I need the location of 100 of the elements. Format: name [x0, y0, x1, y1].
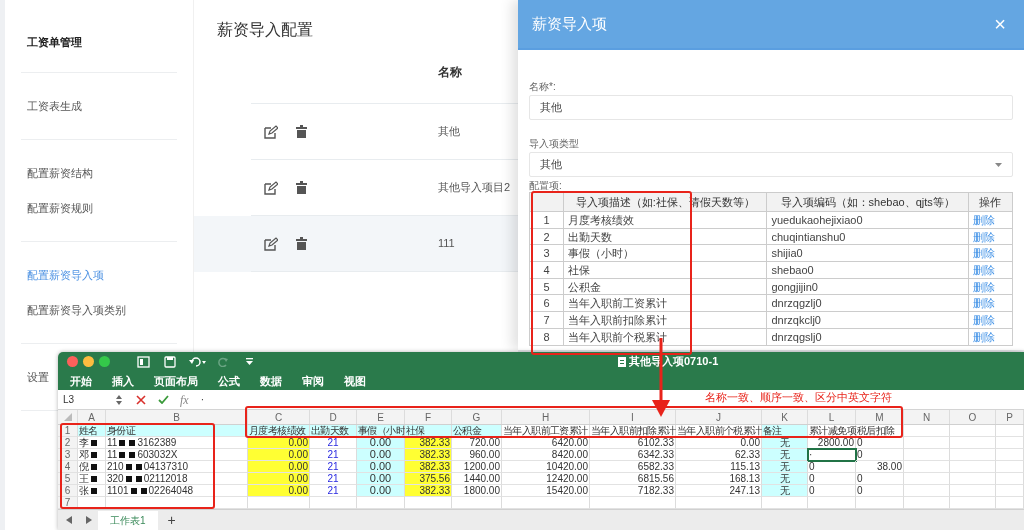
edit-icon[interactable]: [263, 236, 278, 251]
table-cell: 事假（小时）: [563, 244, 767, 262]
edit-icon[interactable]: [263, 180, 278, 195]
table-cell: 0.00: [248, 485, 310, 497]
column-header[interactable]: B: [106, 410, 248, 424]
delete-icon[interactable]: [295, 181, 308, 194]
table-cell: 社保: [405, 425, 452, 437]
table-cell: 月度考核绩效: [563, 211, 767, 229]
row-header[interactable]: 2: [58, 437, 78, 449]
table-cell: 1800.00: [452, 485, 502, 497]
sidebar-item[interactable]: 配置薪资结构: [27, 161, 93, 185]
delete-icon[interactable]: [295, 237, 308, 250]
empty-cell: [904, 485, 950, 497]
column-header[interactable]: L: [808, 410, 856, 424]
sidebar-item[interactable]: 配置薪资导入项类别: [27, 298, 126, 322]
column-header[interactable]: H: [502, 410, 590, 424]
input-field[interactable]: 其他: [529, 95, 1013, 120]
empty-cell: [950, 473, 996, 485]
table-cell: 0: [856, 437, 904, 449]
column-header[interactable]: F: [405, 410, 452, 424]
row-header[interactable]: 1: [58, 425, 78, 437]
sidebar-item[interactable]: 工资表生成: [27, 94, 82, 118]
row-header[interactable]: 4: [58, 461, 78, 473]
column-header[interactable]: P: [996, 410, 1024, 424]
table-cell: 累计减免项: [808, 425, 856, 437]
name-box[interactable]: L3: [58, 392, 116, 407]
sidebar-item[interactable]: 设置: [27, 365, 49, 389]
table-cell: 无: [762, 449, 808, 461]
table-cell: 事假（小时: [357, 425, 405, 437]
table-cell: dnrzqgzlj0: [766, 294, 969, 312]
window-control[interactable]: [83, 356, 94, 367]
table-cell: dnrzqkclj0: [766, 311, 969, 329]
field-label: 导入项类型: [529, 138, 579, 150]
spinner-icon[interactable]: [116, 394, 122, 405]
sidebar-icon[interactable]: [137, 355, 150, 368]
table-cell: yuedukaohejixiao0: [766, 211, 969, 229]
column-header[interactable]: E: [357, 410, 405, 424]
column-header[interactable]: A: [78, 410, 106, 424]
function-button[interactable]: fx: [180, 390, 189, 409]
row-header[interactable]: 3: [58, 449, 78, 461]
column-header[interactable]: D: [310, 410, 357, 424]
sidebar-item[interactable]: 配置薪资导入项: [27, 263, 104, 287]
table-cell: 382.33: [405, 485, 452, 497]
column-header[interactable]: M: [856, 410, 904, 424]
empty-cell: [996, 461, 1024, 473]
column-header[interactable]: O: [950, 410, 996, 424]
ribbon-tab[interactable]: 数据: [260, 373, 282, 388]
masked-cell: 邓: [78, 449, 106, 461]
sheet-tab[interactable]: 工作表1: [98, 510, 158, 530]
table-cell: chuqintianshu0: [766, 228, 969, 245]
ribbon-tab[interactable]: 页面布局: [154, 373, 198, 388]
table-row[interactable]: 111: [194, 216, 518, 272]
check-icon[interactable]: [158, 395, 169, 404]
column-header: 操作: [968, 192, 1013, 212]
table-cell: 0: [856, 449, 904, 461]
table-cell: 0: [856, 473, 904, 485]
table-cell-text: 其他: [438, 124, 460, 140]
delete-icon[interactable]: [295, 125, 308, 138]
table-cell-text: 111: [438, 236, 455, 252]
table-cell: 0.00: [248, 461, 310, 473]
select-field[interactable]: 其他: [529, 152, 1013, 177]
empty-cell: [950, 485, 996, 497]
table-cell: 身份证: [106, 425, 248, 437]
dialog-title: 薪资导入项: [532, 13, 607, 34]
table-cell: 0.00: [357, 449, 405, 461]
save-icon[interactable]: [164, 355, 176, 368]
row-header[interactable]: 6: [58, 485, 78, 497]
row-header[interactable]: 5: [58, 473, 78, 485]
table-cell: 720.00: [452, 437, 502, 449]
undo-icon[interactable]: [189, 356, 207, 367]
column-header[interactable]: J: [676, 410, 762, 424]
row-number: 2: [529, 228, 564, 245]
page-title: 薪资导入配置: [217, 20, 313, 40]
table-cell: 无: [762, 485, 808, 497]
next-sheet-icon[interactable]: [86, 516, 92, 524]
column-header[interactable]: N: [904, 410, 950, 424]
sidebar-item[interactable]: 配置薪资规则: [27, 196, 93, 220]
table-cell: 当年入职前工资累计: [563, 294, 767, 312]
column-header[interactable]: C: [248, 410, 310, 424]
column-header[interactable]: G: [452, 410, 502, 424]
previous-sheet-icon[interactable]: [66, 516, 72, 524]
ribbon-tab[interactable]: 视图: [344, 373, 366, 388]
table-cell: 当年入职前个税累计: [563, 328, 767, 345]
add-sheet-button[interactable]: +: [163, 513, 180, 527]
column-header[interactable]: K: [762, 410, 808, 424]
caret-icon: [995, 162, 1002, 167]
ribbon-tab[interactable]: 公式: [218, 373, 240, 388]
field-label: 名称*:: [529, 81, 556, 93]
ribbon-tab[interactable]: 审阅: [302, 373, 324, 388]
table-cell: 6582.33: [590, 461, 676, 473]
ribbon-tab[interactable]: 插入: [112, 373, 134, 388]
customize-icon[interactable]: [246, 358, 253, 365]
edit-icon[interactable]: [263, 124, 278, 139]
table-cell: 0.00: [248, 473, 310, 485]
table-cell: 出勤天数: [310, 425, 357, 437]
ribbon-tab[interactable]: 开始: [70, 373, 92, 388]
table-cell: shebao0: [766, 261, 969, 279]
table-cell: 15420.00: [502, 485, 590, 497]
empty-cell: [950, 437, 996, 449]
close-icon[interactable]: [136, 394, 146, 405]
